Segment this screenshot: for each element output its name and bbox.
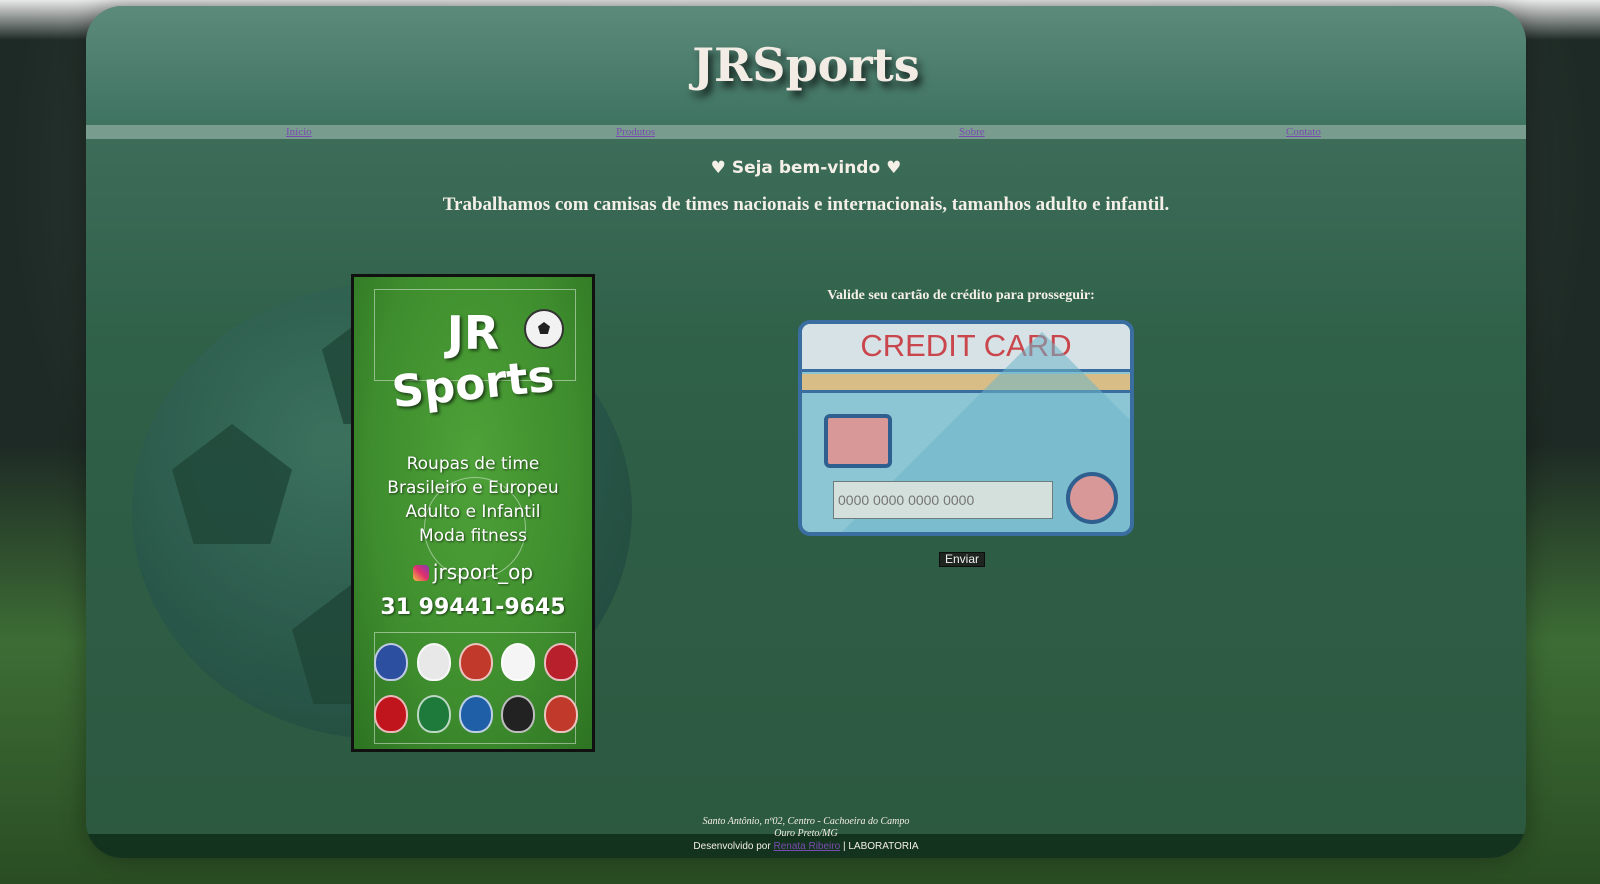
card-chip-icon [824, 414, 892, 468]
card-logo-circle [1066, 472, 1118, 524]
team-crest-icon [458, 643, 493, 681]
card-title: CREDIT CARD [860, 328, 1072, 363]
footer-address-line: Ouro Preto/MG [774, 828, 838, 839]
team-crest-icon [501, 695, 536, 733]
card-number-input[interactable] [833, 481, 1053, 519]
credit-card-form: CREDIT CARD [798, 320, 1134, 536]
footer: Santo Antônio, nº02, Centro - Cachoeira … [86, 816, 1526, 853]
card-header: CREDIT CARD [802, 324, 1130, 372]
team-crest-icon [543, 643, 578, 681]
footer-credit: Desenvolvido por Renata Ribeiro | LABORA… [86, 841, 1526, 853]
ball-patch [172, 424, 292, 544]
promo-flyer-image: JR Sports Roupas de time Brasileiro e Eu… [351, 274, 595, 752]
flyer-line: Adulto e Infantil [405, 502, 541, 522]
team-crest-icon [416, 695, 451, 733]
nav-link-contato[interactable]: Contato [1286, 125, 1321, 139]
team-crest-icon [374, 695, 409, 733]
nav-link-produtos[interactable]: Produtos [616, 125, 655, 139]
team-crests [370, 643, 582, 733]
team-crest-icon [416, 643, 451, 681]
flyer-line: Moda fitness [418, 526, 527, 546]
team-crest-icon [458, 695, 493, 733]
developer-link[interactable]: Renata Ribeiro [773, 841, 840, 852]
soccer-ball-icon [524, 309, 564, 349]
team-crest-icon [543, 695, 578, 733]
flyer-line: Roupas de time [406, 454, 540, 474]
welcome-heading: ♥ Seja bem-vindo ♥ [710, 158, 902, 178]
team-crest-icon [374, 643, 409, 681]
footer-developed-by: Desenvolvido por [693, 841, 771, 852]
instagram-icon [412, 565, 429, 581]
nav-bar: Início Produtos Sobre Contato [86, 125, 1526, 139]
nav-link-inicio[interactable]: Início [286, 125, 312, 139]
site-title: JRSports [692, 38, 920, 92]
card-form-label: Valide seu cartão de crédito para prosse… [827, 288, 1095, 303]
instagram-handle: jrsport_op [432, 560, 534, 584]
flyer-phone: 31 99441-9645 [380, 595, 566, 620]
flyer-instagram: jrsport_op [354, 560, 592, 584]
footer-org: LABORATORIA [848, 841, 919, 852]
footer-address-line: Santo Antônio, nº02, Centro - Cachoeira … [702, 816, 910, 827]
tagline: Trabalhamos com camisas de times naciona… [442, 194, 1170, 215]
submit-button[interactable]: Enviar [939, 552, 986, 567]
flyer-line: Brasileiro e Europeu [387, 478, 559, 498]
main-panel: JRSports Início Produtos Sobre Contato ♥… [86, 6, 1526, 858]
team-crest-icon [501, 643, 536, 681]
nav-link-sobre[interactable]: Sobre [959, 125, 985, 139]
flyer-description: Roupas de time Brasileiro e Europeu Adul… [354, 452, 592, 548]
